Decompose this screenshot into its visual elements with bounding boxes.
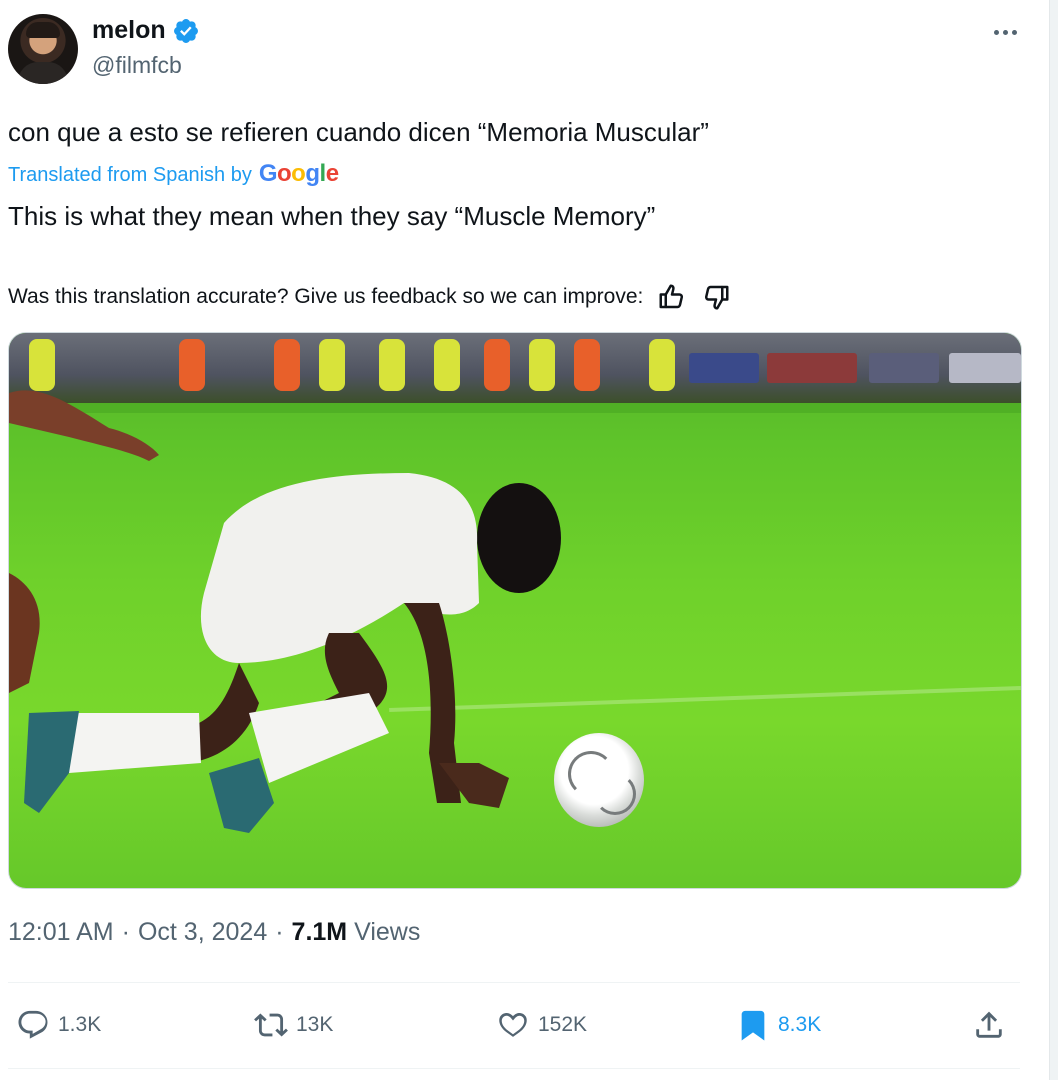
- bookmark-button[interactable]: 8.3K: [736, 1008, 821, 1042]
- tweet-date[interactable]: Oct 3, 2024: [138, 918, 267, 947]
- tweet-meta: 12:01 AM · Oct 3, 2024 · 7.1M Views: [8, 918, 420, 947]
- avatar-hair: [26, 22, 60, 38]
- share-button[interactable]: [972, 1008, 1006, 1042]
- meta-separator: ·: [121, 918, 130, 946]
- avatar[interactable]: [8, 14, 78, 84]
- reply-icon: [18, 1010, 48, 1039]
- share-icon: [976, 1011, 1002, 1038]
- repost-button[interactable]: 13K: [254, 1008, 333, 1042]
- like-button[interactable]: 152K: [496, 1008, 587, 1042]
- divider: [8, 1068, 1020, 1069]
- views-count: 7.1M: [291, 918, 348, 946]
- translation-label: Translated from Spanish by: [8, 164, 252, 186]
- repost-icon: [254, 1013, 288, 1037]
- translation-attribution[interactable]: Translated from Spanish by Google: [8, 160, 339, 188]
- tweet-original-text: con que a esto se refieren cuando dicen …: [8, 117, 709, 147]
- like-icon: [499, 1012, 527, 1037]
- reply-count: 1.3K: [58, 1013, 102, 1036]
- author-name[interactable]: melon: [92, 16, 166, 45]
- scrollbar-track[interactable]: [1050, 0, 1058, 1080]
- translation-feedback: Was this translation accurate? Give us f…: [8, 282, 731, 312]
- verified-icon: [173, 18, 198, 43]
- views[interactable]: 7.1M Views: [292, 918, 421, 947]
- feedback-prompt: Was this translation accurate? Give us f…: [8, 285, 644, 308]
- repost-count: 13K: [296, 1013, 334, 1036]
- divider: [8, 982, 1020, 983]
- more-icon[interactable]: [990, 22, 1020, 42]
- views-label: Views: [354, 918, 421, 946]
- thumbs-down-icon[interactable]: [701, 282, 731, 312]
- tweet-translated-text: This is what they mean when they say “Mu…: [8, 201, 656, 231]
- player-figure: [9, 390, 561, 833]
- google-logo: Google: [258, 160, 339, 187]
- like-count: 152K: [538, 1013, 588, 1036]
- video-thumbnail[interactable]: [8, 332, 1022, 889]
- tweet-time[interactable]: 12:01 AM: [8, 918, 114, 947]
- avatar-shirt: [18, 62, 68, 84]
- reply-button[interactable]: 1.3K: [16, 1008, 101, 1042]
- meta-separator: ·: [275, 918, 284, 946]
- bookmark-icon: [741, 1010, 765, 1041]
- action-bar: 1.3K 13K 152K 8.3K: [0, 1000, 1030, 1054]
- bookmark-count: 8.3K: [778, 1013, 822, 1036]
- football: [554, 733, 644, 827]
- author-handle[interactable]: @filmfcb: [92, 52, 182, 79]
- thumbs-up-icon[interactable]: [657, 282, 687, 312]
- author-name-row[interactable]: melon: [92, 16, 200, 45]
